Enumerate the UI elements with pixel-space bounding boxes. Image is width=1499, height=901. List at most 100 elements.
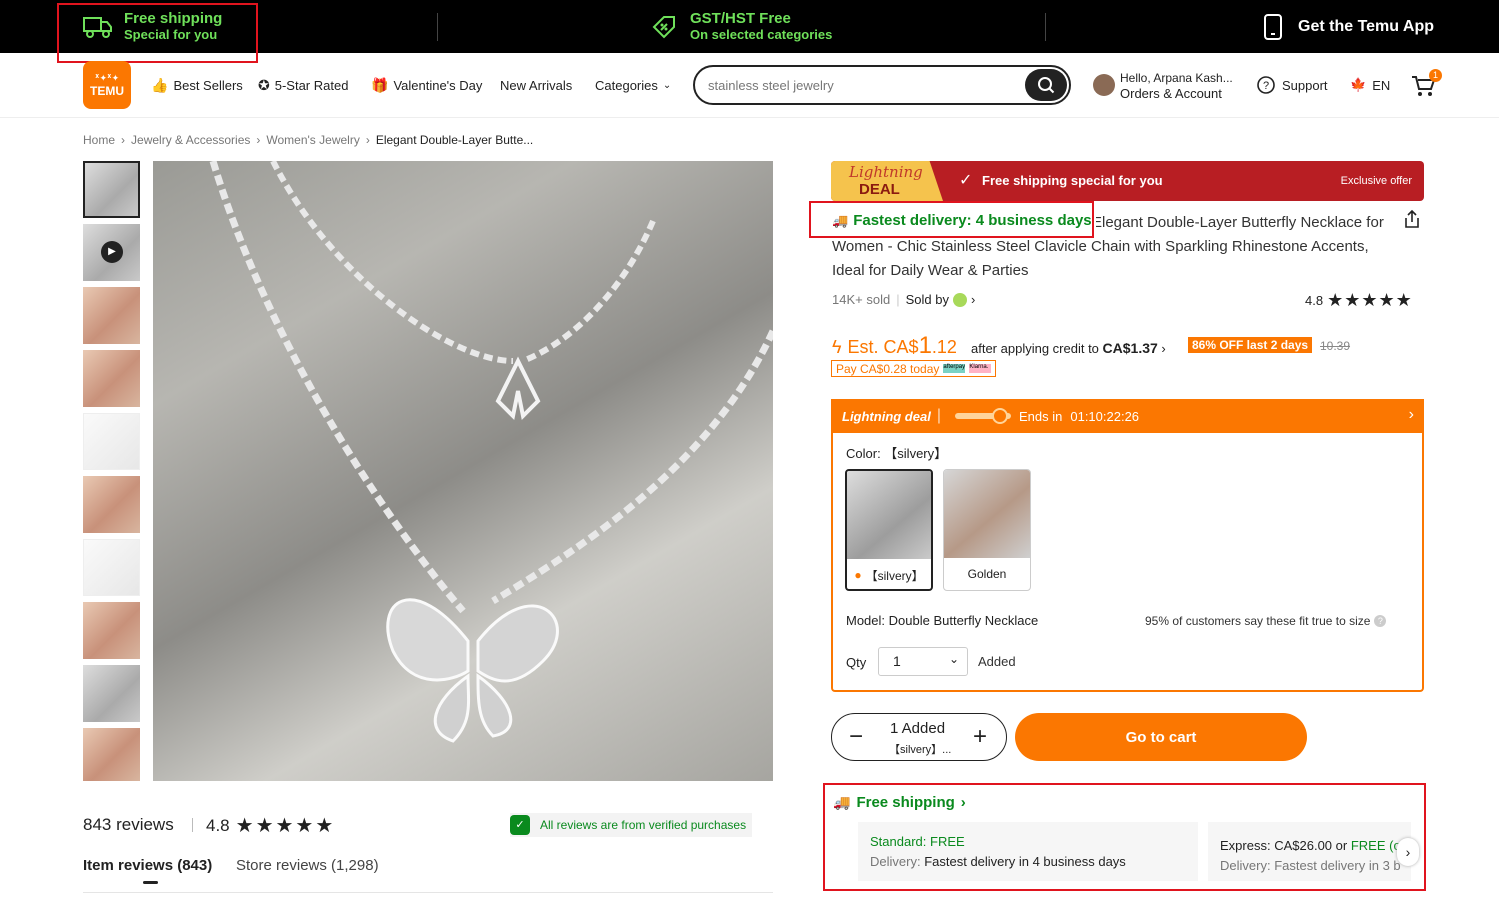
product-thumbnail[interactable] xyxy=(83,476,140,533)
nav-new-arrivals[interactable]: New Arrivals xyxy=(500,53,572,118)
fit-text: 95% of customers say these fit true to s… xyxy=(1145,614,1371,628)
gst-promo[interactable]: GST/HST Free On selected categories xyxy=(650,0,832,53)
product-thumbnail[interactable] xyxy=(83,539,140,596)
standard-value: FREE xyxy=(930,834,965,849)
chevron-right-icon[interactable]: › xyxy=(971,292,975,307)
share-button[interactable] xyxy=(1402,209,1422,229)
go-to-cart-button[interactable]: Go to cart xyxy=(1015,713,1307,761)
deal-logo-text: DEAL xyxy=(859,181,900,198)
credit-price: CA$1.37 xyxy=(1102,340,1158,356)
estimated-price: ϟ Est. CA$ 1 .12 xyxy=(832,332,957,360)
breadcrumb-jewelry[interactable]: Jewelry & Accessories xyxy=(131,133,250,147)
nav-five-star[interactable]: ✪ 5-Star Rated xyxy=(258,53,348,118)
free-shipping-label: Free shipping xyxy=(856,794,955,811)
fastest-delivery: 🚚 Fastest delivery: 4 business days xyxy=(832,212,1096,229)
delivery-truck-icon: 🚚 xyxy=(832,212,849,228)
lightning-deal-bar[interactable]: Lightning deal | Ends in 01:10:22:26 › xyxy=(831,399,1424,433)
product-thumbnail[interactable] xyxy=(83,602,140,659)
countdown-timer: 01:10:22:26 xyxy=(1070,408,1140,424)
nav-label: New Arrivals xyxy=(500,78,573,93)
sold-count: 14K+ sold xyxy=(832,292,891,307)
free-shipping-promo[interactable]: Free shipping Special for you xyxy=(82,0,222,53)
free-shipping-link[interactable]: 🚚 Free shipping › xyxy=(833,794,966,811)
fit-info: 95% of customers say these fit true to s… xyxy=(1145,614,1387,628)
pay-later-info[interactable]: Pay CA$0.28 today afterpay Klarna. xyxy=(831,360,997,377)
added-variant: 【silvery】... xyxy=(889,744,952,756)
language-selector[interactable]: 🍁 EN xyxy=(1350,77,1390,93)
product-thumbnail[interactable] xyxy=(83,287,140,344)
express-free: FREE (o xyxy=(1350,838,1401,853)
color-swatch-silvery[interactable]: ● 【silvery】 xyxy=(845,469,933,591)
rating-value: 4.8 xyxy=(206,815,230,835)
shield-check-icon: ✓ xyxy=(510,815,530,835)
color-swatch-golden[interactable]: Golden xyxy=(943,469,1031,591)
product-thumbnail[interactable] xyxy=(83,728,140,781)
nav-label: Categories xyxy=(595,78,658,93)
nav-categories[interactable]: Categories ⌄ xyxy=(595,53,671,118)
help-icon[interactable]: ? xyxy=(1374,615,1387,627)
nav-valentines[interactable]: 🎁 Valentine's Day xyxy=(371,53,482,118)
review-count: 843 reviews xyxy=(83,815,174,834)
product-thumbnail[interactable] xyxy=(83,665,140,722)
active-tab-indicator xyxy=(143,881,158,884)
product-thumbnail[interactable] xyxy=(83,161,140,218)
cart-button[interactable]: 1 xyxy=(1410,69,1442,99)
orders-account-link[interactable]: Orders & Account xyxy=(1120,86,1222,101)
phone-icon xyxy=(1264,13,1282,40)
express-label: Express: xyxy=(1220,838,1271,853)
necklace-illustration xyxy=(209,161,773,743)
added-count: 1 Added xyxy=(890,720,946,737)
breadcrumb-separator: › xyxy=(365,133,370,147)
divider xyxy=(83,892,773,893)
credit-info[interactable]: after applying credit to CA$1.37 › xyxy=(971,340,1166,356)
tag-icon xyxy=(652,15,675,38)
promo-divider xyxy=(437,13,438,41)
breadcrumb-womens[interactable]: Women's Jewelry xyxy=(266,133,359,147)
swatch-text: 【silvery】 xyxy=(865,568,924,583)
gift-icon: 🎁 xyxy=(371,77,389,93)
quantity-select[interactable]: 1 ⌄ xyxy=(878,647,968,676)
swatch-image xyxy=(847,471,931,559)
product-thumbnail[interactable] xyxy=(83,413,140,470)
search-bar[interactable]: stainless steel jewelry xyxy=(693,65,1071,105)
gst-title: GST/HST Free xyxy=(690,10,791,27)
nav-best-sellers[interactable]: 👍 Best Sellers xyxy=(151,53,243,118)
store-logo-icon[interactable] xyxy=(952,292,967,307)
lightning-deal-banner: Lightning DEAL ✓ Free shipping special f… xyxy=(831,161,1424,201)
tab-item-reviews[interactable]: Item reviews (843) xyxy=(83,857,212,874)
get-app-label: Get the Temu App xyxy=(1298,17,1434,35)
truck-icon xyxy=(83,16,112,38)
express-delivery-time: Fastest delivery in 3 b xyxy=(1274,858,1401,873)
get-app-promo[interactable]: Get the Temu App xyxy=(1262,0,1434,53)
support-label: Support xyxy=(1282,77,1328,93)
search-input[interactable]: stainless steel jewelry xyxy=(708,78,834,93)
product-thumbnail[interactable] xyxy=(83,350,140,407)
temu-logo[interactable]: ᕽ✦ᕽ✦ TEMU xyxy=(83,61,131,109)
standard-shipping-card[interactable]: Standard: FREE Delivery: Fastest deliver… xyxy=(858,822,1198,881)
swatch-label: ● 【silvery】 xyxy=(847,559,931,589)
decrease-button[interactable]: − xyxy=(842,723,870,751)
breadcrumb-separator: › xyxy=(121,133,126,147)
breadcrumb-current: Elegant Double-Layer Butte... xyxy=(375,133,534,147)
avatar[interactable] xyxy=(1093,74,1115,96)
product-rating[interactable]: 4.8 ★★★★★ xyxy=(1305,290,1413,311)
discount-badge: 86% OFF last 2 days xyxy=(1188,337,1313,353)
chevron-right-icon: › xyxy=(960,794,966,811)
breadcrumb-home[interactable]: Home xyxy=(83,133,115,147)
star-rating-icon: ★★★★★ xyxy=(1327,290,1413,310)
main-product-image[interactable] xyxy=(153,161,773,781)
standard-label: Standard: xyxy=(870,834,927,849)
delivery-label: Delivery: xyxy=(870,854,921,869)
tab-store-reviews[interactable]: Store reviews (1,298) xyxy=(236,857,379,874)
video-thumbnail[interactable] xyxy=(83,224,140,281)
review-rating: 4.8 ★★★★★ xyxy=(206,813,335,838)
credit-text: after applying credit to xyxy=(971,341,1099,356)
swatch-image xyxy=(944,470,1030,558)
shipping-next-button[interactable]: › xyxy=(1397,838,1419,866)
support-link[interactable]: ? Support xyxy=(1256,75,1328,95)
search-button[interactable] xyxy=(1025,69,1067,101)
account-greeting[interactable]: Hello, Arpana Kash... xyxy=(1120,71,1233,85)
deal-progress-bar xyxy=(954,408,1011,424)
express-shipping-card[interactable]: Express: CA$26.00 or FREE (o Delivery: F… xyxy=(1208,822,1411,881)
increase-button[interactable]: + xyxy=(966,723,994,751)
